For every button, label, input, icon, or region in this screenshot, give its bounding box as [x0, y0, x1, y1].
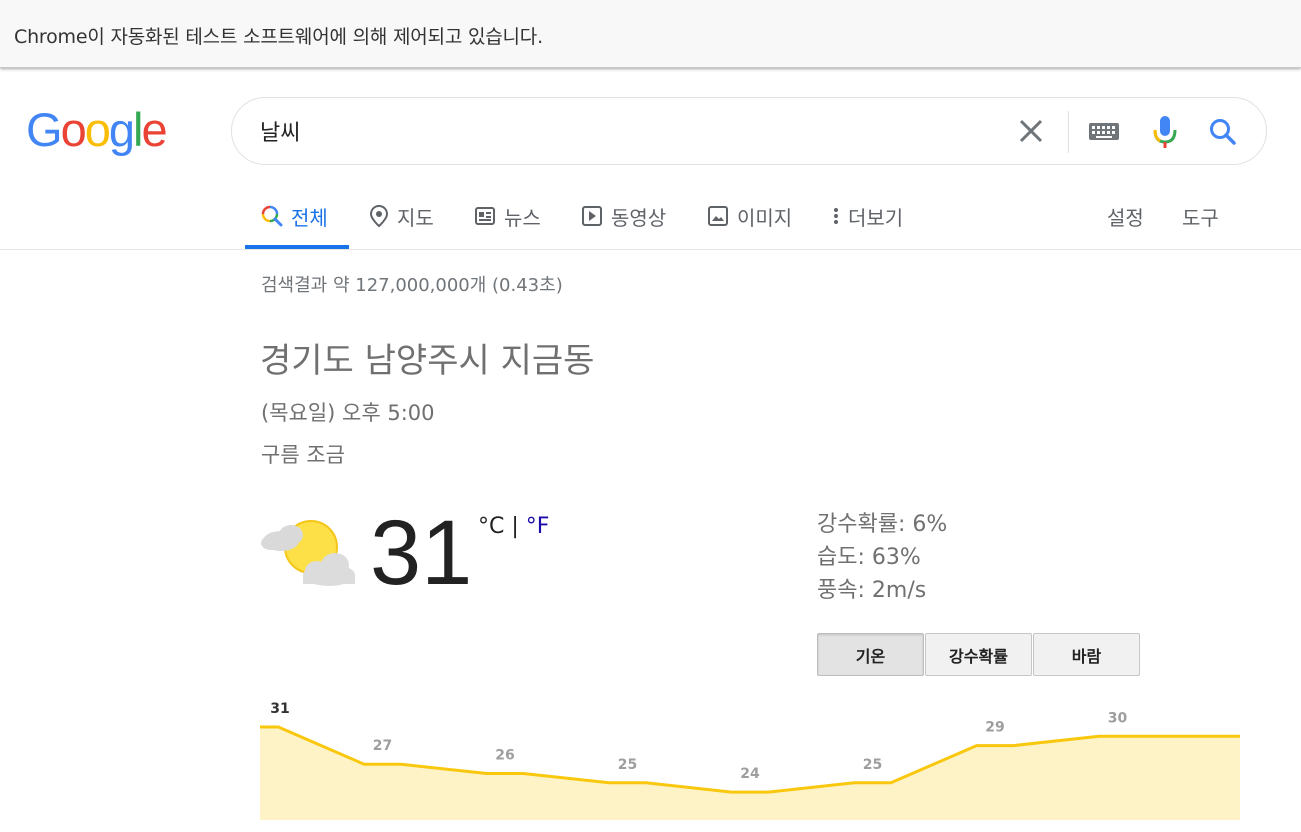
unit-toggle: °C | °F [478, 514, 549, 539]
wind-speed: 풍속: 2m/s [817, 578, 927, 603]
chart-data-label: 29 [985, 720, 1004, 736]
logo-letter-o2: o [84, 103, 111, 156]
settings-link[interactable]: 설정 [1107, 200, 1144, 232]
logo-letter-g: G [26, 103, 63, 156]
map-pin-icon [369, 204, 389, 228]
close-icon [1019, 119, 1043, 143]
unit-separator: | [504, 514, 526, 539]
tab-all-label: 전체 [291, 205, 328, 230]
result-stats: 검색결과 약 127,000,000개 (0.43초) [261, 275, 563, 296]
segment-temperature[interactable]: 기온 [817, 633, 924, 676]
tools-link[interactable]: 도구 [1182, 200, 1219, 232]
keyboard-icon [1089, 123, 1119, 140]
chart-data-label: 25 [618, 757, 637, 773]
partly-cloudy-icon [261, 520, 355, 586]
tab-images[interactable]: 이미지 [707, 200, 792, 232]
voice-search-button[interactable] [1150, 112, 1180, 152]
google-logo[interactable]: Google [26, 103, 168, 156]
unit-fahrenheit[interactable]: °F [526, 514, 550, 539]
search-button[interactable] [1206, 114, 1240, 150]
settings-label: 설정 [1107, 205, 1144, 230]
chart-data-label: 30 [1108, 710, 1128, 726]
tab-videos-label: 동영상 [611, 205, 667, 230]
segment-wind[interactable]: 바람 [1033, 633, 1140, 676]
search-multicolor-icon [261, 205, 283, 227]
chart-data-label: 27 [373, 738, 392, 754]
logo-letter-e: e [141, 103, 167, 156]
weather-location: 경기도 남양주시 지금동 [260, 341, 595, 381]
logo-letter-g2: g [108, 103, 135, 156]
keyboard-button[interactable] [1087, 118, 1123, 146]
tab-more[interactable]: 더보기 [832, 200, 903, 232]
tab-news-label: 뉴스 [504, 205, 541, 230]
tab-videos[interactable]: 동영상 [581, 200, 666, 232]
tabs-divider [0, 249, 1301, 250]
chart-data-label: 24 [740, 766, 760, 782]
tab-all[interactable]: 전체 [261, 200, 328, 232]
search-icon [1210, 119, 1236, 145]
humidity: 습도: 63% [817, 545, 921, 570]
weather-datetime: (목요일) 오후 5:00 [261, 401, 435, 425]
chart-data-label: 25 [863, 757, 882, 773]
play-icon [582, 206, 602, 226]
clear-button[interactable] [1014, 116, 1048, 148]
tools-label: 도구 [1182, 205, 1219, 230]
precipitation-chance: 강수확률: 6% [817, 512, 948, 537]
weather-condition: 구름 조금 [261, 443, 345, 467]
tab-maps[interactable]: 지도 [369, 200, 434, 232]
unit-celsius[interactable]: °C [478, 514, 504, 539]
image-icon [708, 206, 728, 226]
infobar-text: Chrome이 자동화된 테스트 소프트웨어에 의해 제어되고 있습니다. [14, 26, 543, 48]
segment-precipitation[interactable]: 강수확률 [925, 633, 1032, 676]
tab-maps-label: 지도 [397, 205, 434, 230]
current-temperature: 31 [370, 502, 473, 604]
search-box [231, 97, 1267, 165]
microphone-icon [1153, 116, 1177, 148]
tab-more-label: 더보기 [848, 205, 904, 230]
logo-letter-o1: o [60, 103, 87, 156]
automation-infobar: Chrome이 자동화된 테스트 소프트웨어에 의해 제어되고 있습니다. [0, 0, 1301, 68]
search-input[interactable] [260, 112, 980, 150]
more-vert-icon [834, 208, 838, 224]
weather-details: 강수확률: 6% 습도: 63% 풍속: 2m/s [817, 508, 947, 607]
chart-data-label: 31 [270, 701, 289, 717]
temperature-chart: 31 27 26 25 24 25 29 30 [260, 701, 1240, 820]
tab-images-label: 이미지 [737, 205, 793, 230]
search-divider [1068, 111, 1069, 153]
news-icon [475, 207, 495, 225]
tab-news[interactable]: 뉴스 [474, 200, 541, 232]
chart-data-label: 26 [495, 748, 514, 764]
